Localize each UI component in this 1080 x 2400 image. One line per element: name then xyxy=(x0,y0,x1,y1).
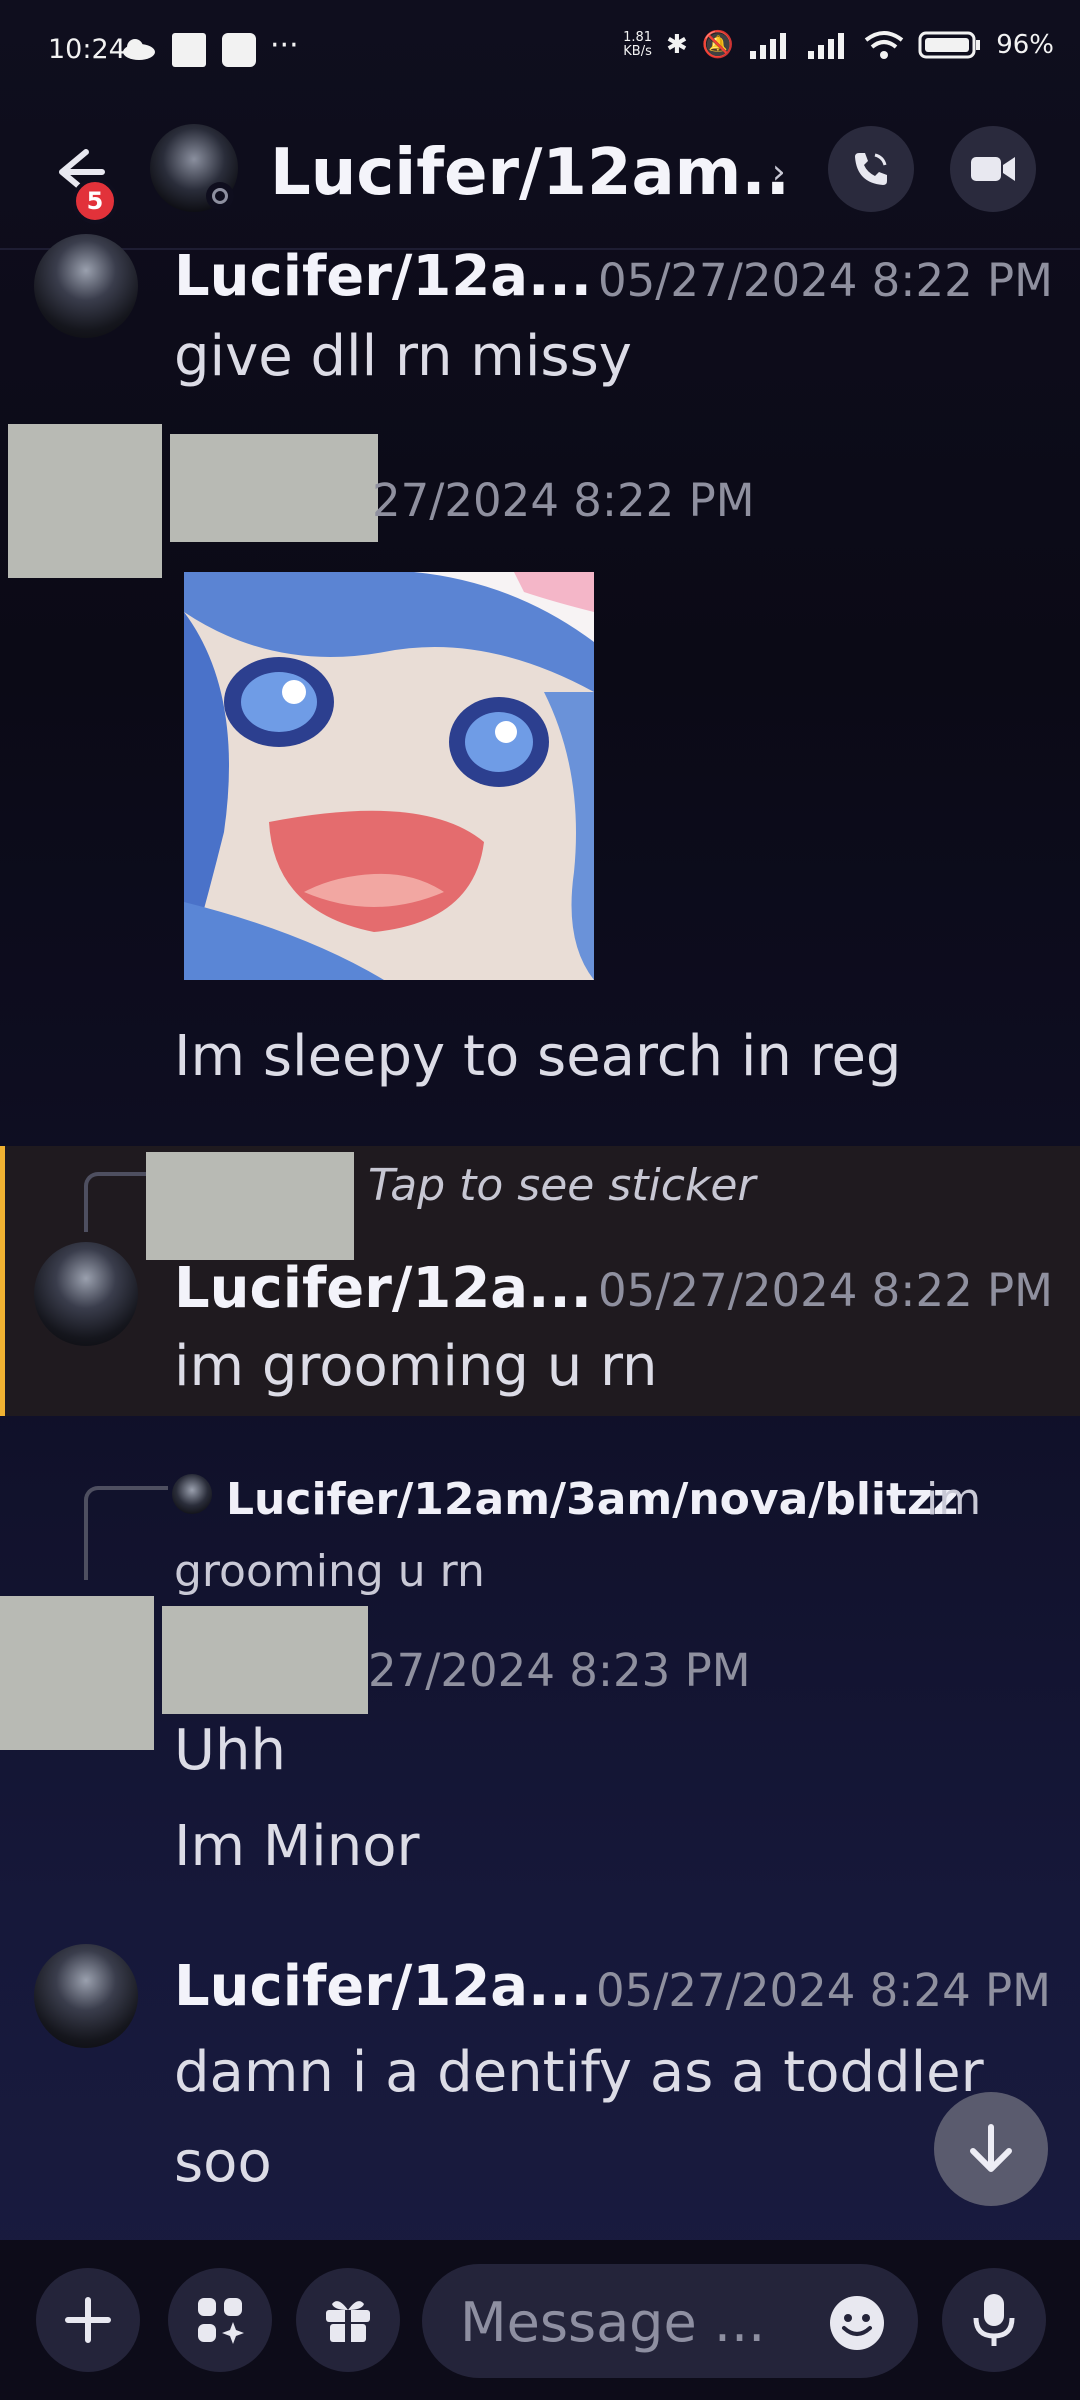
microphone-icon xyxy=(973,2294,1015,2346)
redacted-avatar xyxy=(8,424,162,578)
bluetooth-icon: ✱ xyxy=(666,30,688,60)
wifi-icon xyxy=(864,31,904,59)
message-text: Uhh xyxy=(174,1718,286,1783)
attach-button[interactable] xyxy=(36,2268,140,2372)
status-bar: 10:24 ··· 1.81 KB/s ✱ 🔕 96% xyxy=(0,0,1080,100)
message-field[interactable] xyxy=(422,2264,918,2378)
message-timestamp: 05/27/2024 8:22 PM xyxy=(598,1264,1053,1317)
avatar[interactable] xyxy=(34,234,138,338)
more-notifications-icon: ··· xyxy=(270,28,299,63)
message-text: im grooming u rn xyxy=(174,1334,658,1399)
chevron-right-icon[interactable]: › xyxy=(772,152,786,192)
sticker-image[interactable] xyxy=(184,572,594,980)
message-author[interactable]: Lucifer/12a... xyxy=(174,244,592,309)
battery-percent: 96% xyxy=(996,30,1054,60)
voice-message-button[interactable] xyxy=(942,2268,1046,2372)
voice-call-button[interactable] xyxy=(828,126,914,212)
message-text: soo xyxy=(174,2130,272,2195)
redacted-avatar xyxy=(0,1596,154,1750)
status-time: 10:24 xyxy=(48,34,126,65)
voice-call-icon xyxy=(855,153,887,185)
vibrate-off-icon: 🔕 xyxy=(701,30,735,60)
reply-text[interactable]: im xyxy=(926,1474,981,1525)
reply-avatar xyxy=(172,1474,212,1514)
notification-square-icon xyxy=(172,33,206,67)
redacted-username xyxy=(162,1606,368,1714)
video-call-icon xyxy=(971,157,1015,181)
message-text: damn i a dentify as a toddler xyxy=(174,2040,984,2105)
apps-icon xyxy=(198,2298,244,2344)
message-timestamp: 05/27/2024 8:22 PM xyxy=(598,254,1053,307)
cloud-icon xyxy=(123,39,155,60)
status-right: 1.81 KB/s ✱ 🔕 96% xyxy=(623,30,1054,60)
reply-preview[interactable]: Tap to see sticker xyxy=(368,1160,756,1211)
notification-badge: 5 xyxy=(72,178,118,224)
apps-button[interactable] xyxy=(168,2268,272,2372)
signal-icon-2 xyxy=(808,33,845,59)
message-author[interactable]: Lucifer/12a... xyxy=(174,1954,592,2019)
reply-connector xyxy=(84,1172,152,1232)
composer-bar xyxy=(0,2240,1080,2400)
redacted-username xyxy=(170,434,378,542)
message-text: give dll rn missy xyxy=(174,324,632,389)
chat-header: 5 Lucifer/12am.. › xyxy=(0,100,1080,250)
emoji-icon[interactable] xyxy=(828,2294,886,2352)
shopping-bag-icon xyxy=(222,33,256,67)
message-timestamp: 05/27/2024 8:24 PM xyxy=(596,1964,1051,2017)
gift-icon xyxy=(326,2301,370,2342)
avatar[interactable] xyxy=(34,1944,138,2048)
signal-icon xyxy=(750,33,787,59)
message-author[interactable]: Lucifer/12a... xyxy=(174,1256,592,1321)
battery-icon xyxy=(918,31,981,59)
plus-icon xyxy=(65,2297,111,2343)
message-input[interactable] xyxy=(458,2286,802,2358)
reply-connector xyxy=(84,1486,168,1580)
message-timestamp: 27/2024 8:23 PM xyxy=(368,1644,751,1697)
redacted-reply-author xyxy=(146,1152,354,1260)
video-call-button[interactable] xyxy=(950,126,1036,212)
jump-to-bottom-button[interactable] xyxy=(934,2092,1048,2206)
status-indicator xyxy=(206,182,234,210)
reply-text-continued[interactable]: grooming u rn xyxy=(174,1546,485,1597)
net-speed: 1.81 KB/s xyxy=(623,30,653,59)
reply-author[interactable]: Lucifer/12am/3am/nova/blitzz xyxy=(226,1474,958,1525)
message-text: Im sleepy to search in reg xyxy=(174,1024,902,1089)
message-timestamp: 27/2024 8:22 PM xyxy=(372,474,755,527)
gift-button[interactable] xyxy=(296,2268,400,2372)
page-title[interactable]: Lucifer/12am.. xyxy=(270,136,790,210)
avatar[interactable] xyxy=(34,1242,138,1346)
message-text: Im Minor xyxy=(174,1814,420,1879)
arrow-down-icon xyxy=(970,2124,1012,2172)
anime-sticker-graphic xyxy=(184,572,594,980)
